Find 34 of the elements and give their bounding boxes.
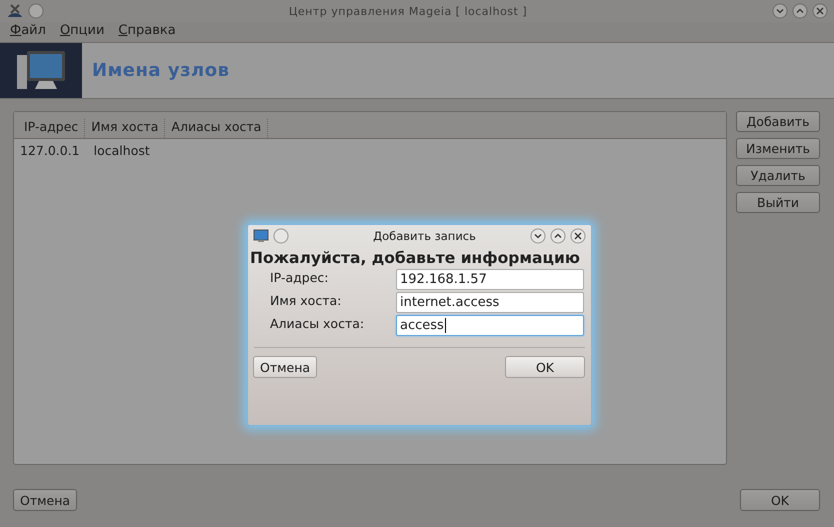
input-field[interactable]: access — [396, 315, 584, 336]
column-header[interactable]: IP-адрес — [18, 119, 86, 138]
menu-item[interactable]: Опции — [54, 22, 112, 42]
menu-item[interactable]: Справка — [112, 22, 184, 42]
minimize-button[interactable] — [530, 228, 546, 244]
column-header[interactable]: Имя хоста — [85, 119, 166, 138]
field-label: Имя хоста: — [270, 292, 342, 310]
minimize-button[interactable] — [772, 3, 788, 19]
ok-button[interactable]: OK — [505, 356, 585, 378]
input-field[interactable]: internet.access — [396, 292, 584, 313]
cancel-button[interactable]: Отмена — [13, 489, 78, 511]
column-header[interactable]: Алиасы хоста — [165, 119, 268, 138]
dialog-title: Добавить запись — [372, 229, 477, 243]
dialog-heading: Пожалуйста, добавьте информацию — [249, 248, 581, 267]
field-label: Алиасы хоста: — [270, 315, 366, 333]
table-cell: localhost — [94, 143, 150, 158]
field-label: IP-адрес: — [270, 269, 330, 287]
table-cell: 127.0.0.1 — [20, 143, 80, 158]
input-field[interactable]: 192.168.1.57 — [396, 269, 584, 290]
menu-item[interactable]: Файл — [4, 22, 54, 42]
action-button[interactable]: Выйти — [736, 192, 820, 213]
close-button[interactable] — [812, 3, 828, 19]
action-button[interactable]: Удалить — [736, 165, 820, 186]
page-title: Имена узлов — [92, 60, 230, 81]
tools-icon — [6, 3, 24, 19]
maximize-button[interactable] — [550, 228, 566, 244]
action-button[interactable]: Изменить — [736, 138, 820, 159]
window-title: Центр управления Mageia [ localhost ] — [288, 4, 528, 18]
close-button[interactable] — [570, 228, 586, 244]
action-button[interactable]: Добавить — [736, 111, 820, 132]
cancel-button[interactable]: Отмена — [253, 356, 318, 378]
monitor-icon — [253, 229, 269, 243]
ok-button[interactable]: OK — [740, 489, 820, 511]
maximize-button[interactable] — [792, 3, 808, 19]
